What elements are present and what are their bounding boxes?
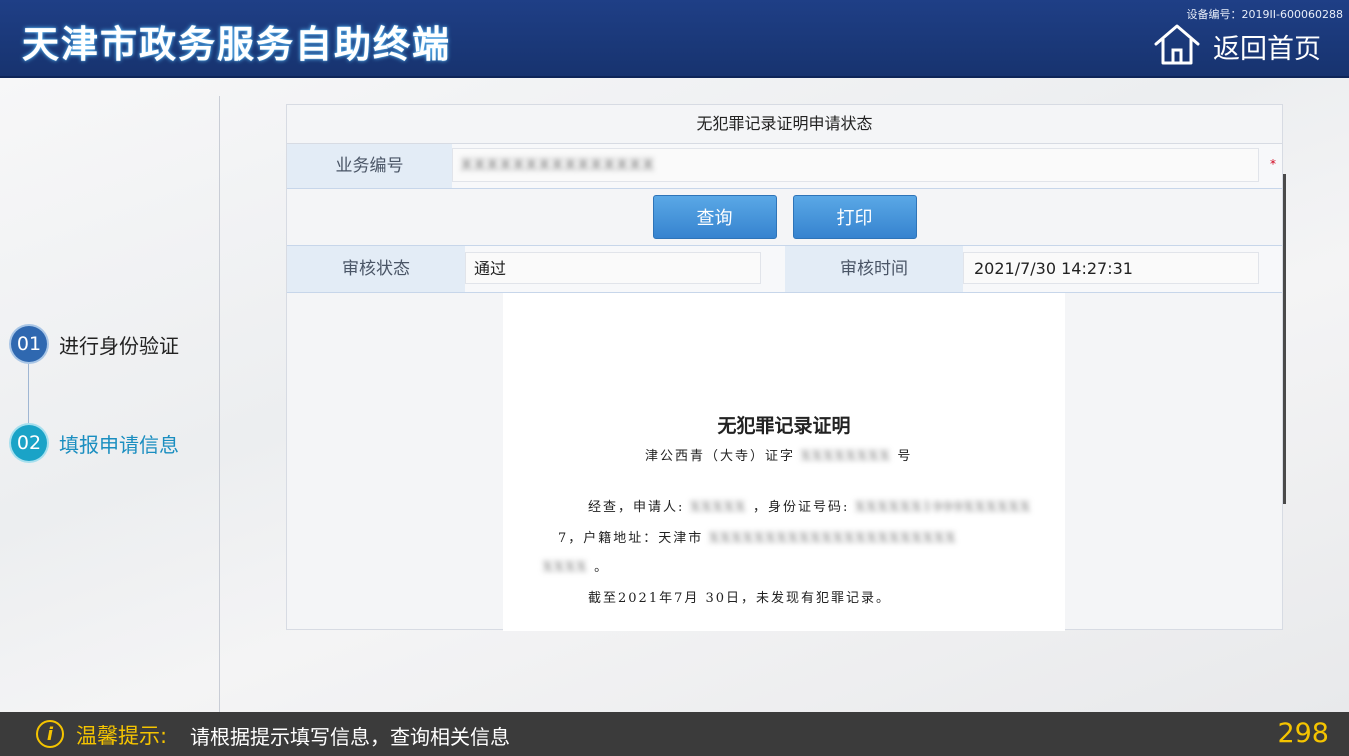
line2-prefix: 7，户籍地址：天津市 (558, 531, 704, 546)
review-time-label: 审核时间 (785, 246, 963, 292)
certificate-line-2: 7，户籍地址：天津市 XXXXXXXXXXXXXXXXXXXXXX (558, 527, 957, 546)
step-number: 01 (11, 326, 47, 362)
certificate-number-line: 津公西青（大寺）证字 XXXXXXXX 号 (645, 445, 912, 464)
print-button[interactable]: 打印 (792, 195, 917, 239)
step-label: 填报申请信息 (59, 432, 179, 457)
doc-no-prefix: 津公西青（大寺）证字 (645, 449, 796, 464)
form-title: 无犯罪记录证明申请状态 (287, 105, 1282, 144)
home-label: 返回首页 (1213, 33, 1321, 65)
review-time-value: 2021/7/30 14:27:31 (963, 252, 1259, 284)
home-button[interactable]: 返回首页 (1153, 22, 1321, 70)
certificate-line-3: XXXX 。 (543, 556, 609, 575)
doc-no-redacted: XXXXXXXX (801, 449, 892, 464)
app-title: 天津市政务服务自助终端 (22, 23, 451, 66)
certificate-line-1: 经查，申请人: XXXXX ，身份证号码: XXXXXX1999XXXXXX (588, 496, 1032, 515)
tip-label: 温馨提示: (76, 724, 168, 748)
header: 天津市政务服务自助终端 设备编号：2019II-600060288 返回首页 (0, 0, 1349, 78)
countdown-timer: 298 (1277, 718, 1329, 749)
sidebar-divider (219, 96, 220, 712)
home-icon (1153, 22, 1201, 70)
line1-prefix: 经查，申请人: (588, 500, 685, 515)
business-no-label: 业务编号 (287, 144, 452, 188)
step-number: 02 (11, 425, 47, 461)
action-row: 查询 打印 (287, 189, 1282, 246)
tip-text: 请根据提示填写信息，查询相关信息 (190, 725, 510, 749)
business-no-input[interactable]: XXXXXXXXXXXXXXX (452, 148, 1259, 182)
step-connector (28, 364, 29, 424)
line1-mid: ，身份证号码: (752, 500, 850, 515)
main-area: 01 进行身份验证 02 填报申请信息 无犯罪记录证明申请状态 业务编号 XXX… (0, 78, 1349, 712)
query-button[interactable]: 查询 (652, 195, 777, 239)
scrollbar[interactable] (1283, 174, 1286, 504)
required-mark: * (1270, 157, 1276, 171)
line3-suffix: 。 (594, 560, 610, 575)
name-redacted: XXXXX (690, 500, 747, 515)
certificate-preview-area: 无犯罪记录证明 津公西青（大寺）证字 XXXXXXXX 号 经查，申请人: XX… (287, 293, 1282, 631)
review-row: 审核状态 通过 审核时间 2021/7/30 14:27:31 (287, 246, 1282, 293)
step-label: 进行身份验证 (59, 333, 179, 358)
business-no-row: 业务编号 XXXXXXXXXXXXXXX * (287, 144, 1282, 189)
step-identity-verification: 01 进行身份验证 (11, 326, 179, 362)
doc-no-suffix: 号 (897, 449, 913, 464)
line3-redacted: XXXX (543, 560, 589, 575)
id-redacted: XXXXXX1999XXXXXX (855, 500, 1032, 515)
review-status-label: 审核状态 (287, 246, 465, 292)
device-number: 设备编号：2019II-600060288 (1186, 8, 1343, 21)
footer: i 温馨提示: 请根据提示填写信息，查询相关信息 298 (0, 712, 1349, 756)
address-redacted: XXXXXXXXXXXXXXXXXXXXXX (709, 531, 958, 546)
application-status-form: 无犯罪记录证明申请状态 业务编号 XXXXXXXXXXXXXXX * 查询 打印… (286, 104, 1283, 631)
info-icon: i (36, 720, 64, 748)
certificate-document: 无犯罪记录证明 津公西青（大寺）证字 XXXXXXXX 号 经查，申请人: XX… (503, 293, 1065, 631)
business-no-value: XXXXXXXXXXXXXXX (461, 155, 656, 174)
certificate-line-4: 截至2021年7月 30日，未发现有犯罪记录。 (588, 591, 892, 606)
review-status-value: 通过 (465, 252, 761, 284)
certificate-title: 无犯罪记录证明 (717, 415, 851, 437)
step-fill-application: 02 填报申请信息 (11, 425, 179, 461)
